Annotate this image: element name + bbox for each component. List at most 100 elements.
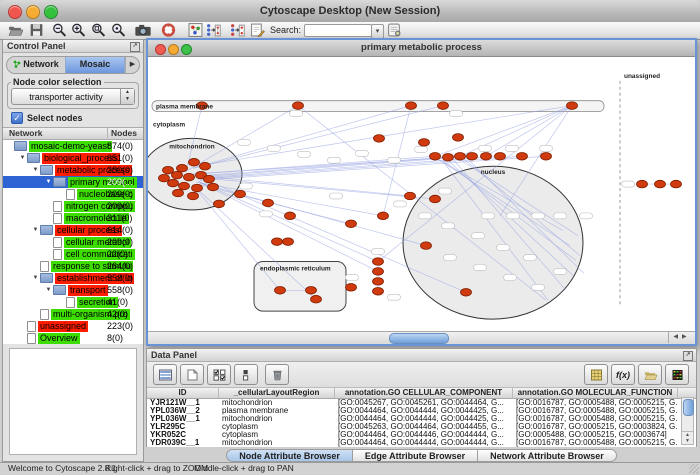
network-node[interactable] — [275, 287, 286, 295]
network-node[interactable] — [637, 180, 648, 188]
table-row[interactable]: YPL036W__2plasma membrane[GO:0044464, GO… — [147, 407, 696, 415]
birds-eye-view[interactable] — [9, 348, 137, 455]
node-color-dropdown[interactable]: transporter activity ▲▼ — [11, 88, 135, 105]
table-row[interactable]: YKR052Ccytoplasm[GO:0044464, GO:0044446,… — [147, 431, 696, 439]
network-node[interactable] — [188, 192, 199, 200]
network-node[interactable] — [208, 183, 219, 191]
network-node[interactable] — [443, 153, 454, 161]
network-node[interactable] — [285, 212, 296, 220]
network-node[interactable] — [177, 164, 188, 172]
disclosure-triangle-icon[interactable]: ▼ — [44, 287, 53, 293]
tab-mosaic[interactable]: Mosaic — [65, 57, 125, 73]
network-view-titlebar[interactable]: primary metabolic process — [148, 40, 695, 57]
network-node[interactable] — [541, 153, 552, 161]
network-node[interactable] — [179, 182, 190, 190]
dropdown-arrows-icon[interactable]: ▲▼ — [120, 89, 134, 104]
hscroll-thumb[interactable] — [389, 333, 449, 344]
tab-network-attribute-browser[interactable]: Network Attribute Browser — [478, 449, 617, 462]
network-node[interactable] — [173, 189, 184, 197]
select-nodes-checkbox[interactable]: ✓ — [11, 112, 23, 124]
network-node[interactable] — [168, 179, 179, 187]
tree-row[interactable]: secretion41(0) — [3, 296, 143, 308]
help-icon[interactable] — [161, 23, 176, 37]
column-select-icon[interactable] — [234, 364, 258, 385]
tab-node-attribute-browser[interactable]: Node Attribute Browser — [226, 449, 353, 462]
tree-row[interactable]: ▼establishment of lo558(0) — [3, 272, 143, 284]
network-node[interactable] — [283, 238, 294, 246]
network-node[interactable] — [373, 288, 384, 296]
tab-network[interactable]: Network — [7, 57, 65, 73]
network-node[interactable] — [346, 220, 357, 228]
network-node[interactable] — [406, 102, 417, 110]
network-node[interactable] — [192, 184, 203, 192]
zoom-in-icon[interactable] — [71, 23, 86, 37]
network-node[interactable] — [306, 287, 317, 295]
tree-row[interactable]: response to stimulu264(0) — [3, 260, 143, 272]
network-node[interactable] — [272, 238, 283, 246]
network-edge[interactable] — [194, 106, 443, 169]
hscroll-arrows[interactable]: ◀▶ — [668, 332, 695, 343]
network-node[interactable] — [517, 153, 528, 161]
heatmap-icon[interactable] — [665, 364, 689, 385]
network-graph[interactable]: plasma membranecytoplasmmitochondrionnuc… — [148, 57, 695, 331]
float-data-panel-icon[interactable]: ↗ — [683, 351, 693, 361]
import-table-icon[interactable] — [638, 364, 662, 385]
tab-edge-attribute-browser[interactable]: Edge Attribute Browser — [353, 449, 478, 462]
network-node[interactable] — [373, 258, 384, 266]
network-node[interactable] — [263, 199, 274, 207]
zoom-out-icon[interactable] — [52, 23, 67, 37]
table-row[interactable]: YPL036W__1mitochondrion[GO:0044464, GO:0… — [147, 415, 696, 423]
function-builder-icon[interactable]: f(x) — [611, 364, 635, 385]
window-titlebar[interactable]: Cytoscape Desktop (New Session) — [0, 0, 700, 23]
network-node[interactable] — [430, 153, 441, 161]
network-node[interactable] — [200, 162, 211, 170]
network-node[interactable] — [204, 175, 215, 183]
search-dropdown-arrow[interactable]: ▾ — [371, 24, 384, 39]
network-node[interactable] — [421, 242, 432, 250]
network-node[interactable] — [455, 153, 466, 161]
tree-row[interactable]: mosaic-demo-yeast874(0) — [3, 140, 143, 152]
table-row[interactable]: YLR295Ccytoplasm[GO:0045263, GO:0044464,… — [147, 423, 696, 431]
network-node[interactable] — [378, 212, 389, 220]
delete-attribute-icon[interactable] — [265, 364, 289, 385]
tree-row[interactable]: nitrogen compou209(0) — [3, 200, 143, 212]
network-node[interactable] — [419, 139, 430, 147]
zoom-selected-icon[interactable] — [91, 23, 106, 37]
disclosure-triangle-icon[interactable]: ▼ — [44, 179, 53, 185]
network-edge[interactable] — [196, 106, 572, 167]
network-node[interactable] — [159, 174, 170, 182]
tree-row[interactable]: ▼biological_process651(0) — [3, 152, 143, 164]
tree-row[interactable]: Overview8(0) — [3, 332, 143, 344]
network-node[interactable] — [163, 166, 174, 174]
float-panel-icon[interactable]: ↗ — [130, 42, 140, 52]
network-node[interactable] — [346, 284, 357, 292]
network-node[interactable] — [655, 180, 666, 188]
network-node[interactable] — [293, 102, 304, 110]
tree-row[interactable]: ▼primary metabol209(... — [3, 176, 143, 188]
table-column-header[interactable]: ID — [147, 388, 219, 398]
tree-row[interactable]: cellular metabol209(0) — [3, 236, 143, 248]
tree-row[interactable]: cell communicati22(0) — [3, 248, 143, 260]
tree-row[interactable]: ▼transport558(0) — [3, 284, 143, 296]
tree-row[interactable]: unassigned223(0) — [3, 320, 143, 332]
tree-row[interactable]: ▼cellular process614(0) — [3, 224, 143, 236]
network-edge[interactable] — [486, 106, 572, 157]
network-node[interactable] — [567, 102, 578, 110]
network-node[interactable] — [189, 158, 200, 166]
attribute-grid-icon[interactable] — [153, 364, 177, 385]
select-attributes-icon[interactable] — [207, 364, 231, 385]
map-nodes-red-icon[interactable] — [230, 23, 245, 37]
new-attribute-icon[interactable] — [180, 364, 204, 385]
table-column-header[interactable]: annotation.GO MOLECULAR_FUNCTION — [513, 388, 678, 398]
tree-row[interactable]: multi-organism pro42(0) — [3, 308, 143, 320]
open-icon[interactable] — [8, 23, 23, 37]
table-column-header[interactable]: annotation.GO CELLULAR_COMPONENT — [335, 388, 513, 398]
map-nodes-blue-icon[interactable] — [206, 23, 221, 37]
table-column-header[interactable]: _cellularLayoutRegion — [219, 388, 335, 398]
network-node[interactable] — [481, 153, 492, 161]
network-node[interactable] — [495, 153, 506, 161]
save-table-icon[interactable] — [584, 364, 608, 385]
network-node[interactable] — [405, 192, 416, 200]
network-node[interactable] — [467, 153, 478, 161]
compartment-plasma-membrane[interactable] — [152, 101, 604, 112]
